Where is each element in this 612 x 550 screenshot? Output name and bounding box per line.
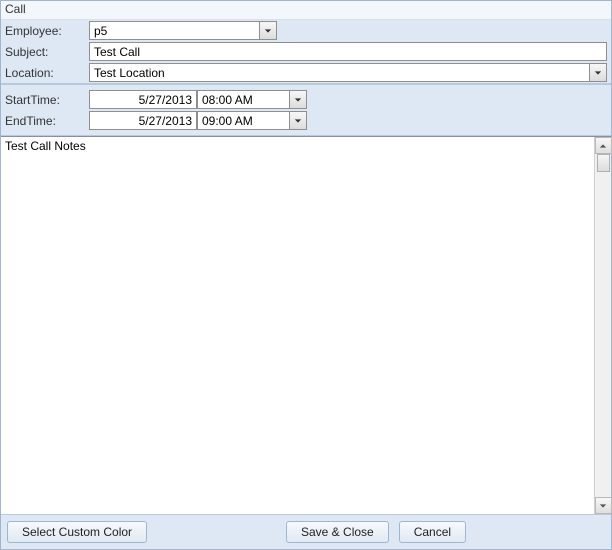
end-date-input[interactable]	[89, 111, 197, 130]
chevron-up-icon	[599, 139, 607, 153]
employee-input[interactable]	[89, 21, 259, 40]
employee-combo[interactable]	[89, 21, 277, 40]
subject-row: Subject:	[1, 41, 611, 62]
location-row: Location:	[1, 62, 611, 83]
subject-label: Subject:	[5, 45, 89, 59]
form-section: Employee: Subject: Location:	[1, 20, 611, 84]
save-and-close-button[interactable]: Save & Close	[286, 521, 389, 543]
cancel-button[interactable]: Cancel	[399, 521, 466, 543]
start-time-dropdown-button[interactable]	[289, 90, 307, 109]
chevron-down-icon	[264, 24, 272, 38]
notes-textarea[interactable]	[1, 137, 594, 514]
end-time-input[interactable]	[197, 111, 289, 130]
scroll-track[interactable]	[595, 154, 612, 497]
location-combo[interactable]	[89, 63, 607, 82]
location-input[interactable]	[89, 63, 589, 82]
scroll-thumb[interactable]	[597, 154, 610, 172]
location-dropdown-button[interactable]	[589, 63, 607, 82]
chevron-down-icon	[599, 499, 607, 513]
button-bar: Select Custom Color Save & Close Cancel	[1, 514, 611, 549]
start-date-input[interactable]	[89, 90, 197, 109]
start-time-label: StartTime:	[5, 93, 89, 107]
start-time-combo[interactable]	[197, 90, 307, 109]
notes-area	[1, 136, 611, 514]
time-section: StartTime: EndTime:	[1, 84, 611, 136]
end-time-combo[interactable]	[197, 111, 307, 130]
employee-label: Employee:	[5, 24, 89, 38]
start-time-row: StartTime:	[1, 89, 611, 110]
location-label: Location:	[5, 66, 89, 80]
scroll-up-button[interactable]	[595, 137, 612, 154]
employee-dropdown-button[interactable]	[259, 21, 277, 40]
chevron-down-icon	[294, 114, 302, 128]
notes-inner	[1, 137, 611, 514]
end-time-label: EndTime:	[5, 114, 89, 128]
window-title: Call	[1, 1, 611, 20]
end-time-dropdown-button[interactable]	[289, 111, 307, 130]
end-time-row: EndTime:	[1, 110, 611, 131]
chevron-down-icon	[594, 66, 602, 80]
select-custom-color-button[interactable]: Select Custom Color	[7, 521, 147, 543]
employee-row: Employee:	[1, 20, 611, 41]
notes-scrollbar[interactable]	[594, 137, 611, 514]
scroll-down-button[interactable]	[595, 497, 612, 514]
start-time-input[interactable]	[197, 90, 289, 109]
chevron-down-icon	[294, 93, 302, 107]
call-dialog: Call Employee: Subject: Location:	[0, 0, 612, 550]
subject-input[interactable]	[89, 42, 607, 61]
